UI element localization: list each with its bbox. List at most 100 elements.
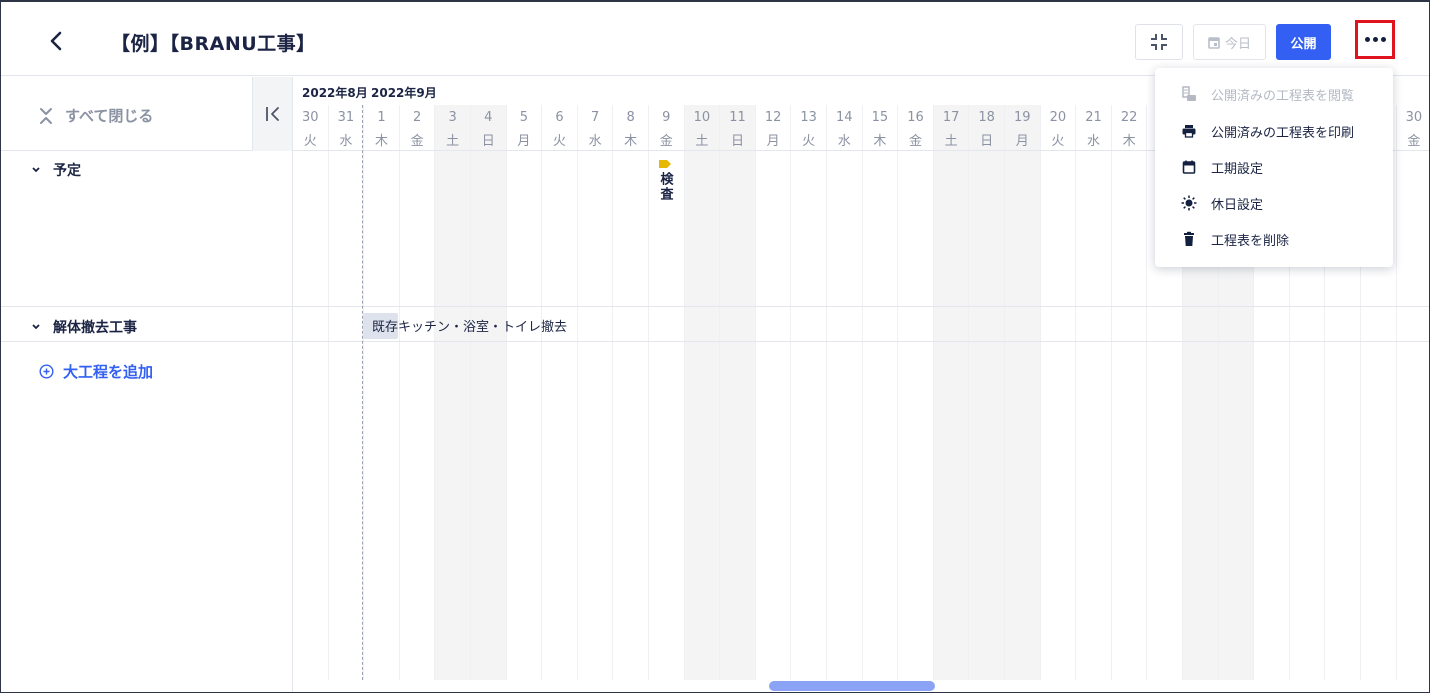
chevron-left-icon: [50, 31, 62, 51]
day-column: 8木: [613, 105, 649, 692]
day-weekday: 日: [481, 134, 495, 149]
collapse-all-label: すべて閉じる: [65, 107, 154, 125]
plus-circle-icon: [39, 364, 54, 379]
collapse-all-button[interactable]: すべて閉じる: [39, 105, 153, 126]
day-weekday: 土: [695, 134, 709, 149]
day-weekday: 土: [446, 134, 460, 149]
ellipsis-dot: [1372, 37, 1378, 42]
day-number: 13: [800, 110, 817, 125]
calendar-icon: [1181, 159, 1197, 175]
day-column: 21 水: [1076, 105, 1112, 692]
day-number: 8: [626, 110, 635, 125]
group-toggle-schedule[interactable]: 予定: [31, 160, 81, 180]
collapse-arrows-icon: [1151, 34, 1167, 50]
day-column: 31 水: [329, 105, 365, 692]
day-weekday: 日: [730, 134, 744, 149]
menu-item-view-published[interactable]: 公開済みの工程表を閲覧: [1155, 76, 1393, 112]
day-weekday: 金: [659, 134, 673, 149]
left-panel: すべて閉じる 予定 解体撤去工事 大工程を追加: [1, 77, 293, 692]
menu-item-label: 工程表を削除: [1211, 233, 1290, 249]
ellipsis-dot: [1364, 37, 1370, 42]
day-weekday: 水: [1086, 134, 1100, 149]
today-marker: [362, 105, 363, 692]
day-column: 15 木: [863, 105, 899, 692]
day-number: 10: [693, 110, 711, 125]
menu-item-print-published[interactable]: 公開済みの工程表を印刷: [1155, 113, 1393, 149]
menu-item-label: 工期設定: [1211, 161, 1264, 177]
day-column: 5月: [507, 105, 543, 692]
day-column: 14 水: [827, 105, 863, 692]
day-weekday: 月: [766, 134, 780, 149]
milestone-flag-icon: [659, 160, 671, 168]
day-column: 6火: [542, 105, 578, 692]
today-label: 今日: [1224, 36, 1251, 52]
day-weekday: 木: [1122, 134, 1136, 149]
day-column: 20 火: [1041, 105, 1077, 692]
day-weekday: 火: [802, 134, 816, 149]
menu-item-period-settings[interactable]: 工期設定: [1155, 149, 1393, 185]
collapse-panel-button[interactable]: [252, 77, 292, 151]
calendar-icon: [1208, 36, 1220, 49]
menu-item-delete-schedule[interactable]: 工程表を削除: [1155, 221, 1393, 257]
more-options-menu: 公開済みの工程表を閲覧 公開済みの工程表を印刷 工期設定 休日設定 工程表を削除: [1155, 68, 1393, 267]
day-column: 17 土: [933, 105, 970, 692]
day-column: 4日: [471, 105, 507, 692]
publish-button[interactable]: 公開: [1276, 24, 1331, 60]
day-column: 11 日: [720, 105, 756, 692]
day-column: 12 月: [756, 105, 792, 692]
add-process-label: 大工程を追加: [63, 363, 154, 381]
day-weekday: 木: [873, 134, 887, 149]
day-column: 16 金: [898, 105, 934, 692]
day-column: 7水: [578, 105, 614, 692]
month-label: 2022年8月: [302, 86, 368, 100]
day-weekday: 木: [374, 134, 388, 149]
printer-icon: [1181, 123, 1197, 139]
milestone-inspection[interactable]: 検査: [656, 160, 674, 202]
task-label[interactable]: 既存キッチン・浴室・トイレ撤去: [372, 316, 567, 335]
page-title: 【例】【BRANU工事】: [111, 33, 316, 55]
day-number: 12: [764, 110, 782, 125]
day-column: 30 金: [1397, 105, 1429, 692]
day-number: 20: [1049, 110, 1067, 125]
horizontal-scrollbar[interactable]: [769, 681, 935, 691]
day-number: 14: [836, 110, 853, 125]
day-column: 22 木: [1112, 105, 1148, 692]
day-number: 21: [1085, 110, 1102, 125]
day-weekday: 金: [908, 134, 922, 149]
add-process-button[interactable]: 大工程を追加: [39, 361, 153, 382]
day-number: 4: [484, 110, 493, 125]
day-weekday: 水: [339, 134, 353, 149]
day-number: 15: [871, 110, 889, 125]
day-weekday: 水: [588, 134, 602, 149]
day-number: 22: [1120, 110, 1138, 125]
more-options-button[interactable]: [1355, 20, 1395, 59]
day-number: 7: [590, 110, 600, 125]
day-weekday: 土: [944, 134, 958, 149]
today-button[interactable]: 今日: [1193, 24, 1266, 60]
sun-icon: [1181, 195, 1197, 211]
day-number: 1: [377, 110, 386, 125]
menu-item-holiday-settings[interactable]: 休日設定: [1155, 185, 1393, 221]
group-label: 解体撤去工事: [53, 320, 137, 336]
menu-item-label: 公開済みの工程表を閲覧: [1211, 88, 1355, 104]
row-divider: [293, 306, 1429, 307]
day-column: 30 火: [293, 105, 329, 692]
day-number: 2: [412, 110, 422, 125]
day-number: 30: [1405, 110, 1423, 125]
day-weekday: 月: [517, 134, 531, 149]
document-view-icon: [1181, 86, 1197, 102]
day-number: 17: [942, 110, 960, 125]
chevron-down-icon: [32, 324, 40, 330]
day-number: 31: [337, 110, 355, 125]
shrink-view-button[interactable]: [1135, 24, 1183, 60]
back-button[interactable]: [41, 26, 71, 56]
group-toggle-demolition[interactable]: 解体撤去工事: [31, 317, 137, 337]
day-weekday: 水: [837, 134, 851, 149]
menu-item-label: 公開済みの工程表を印刷: [1211, 125, 1355, 141]
day-column: 10 土: [684, 105, 721, 692]
row-divider: [293, 341, 1429, 342]
day-number: 5: [519, 110, 529, 125]
day-column: 1木: [364, 105, 400, 692]
day-number: 9: [662, 110, 671, 125]
group-row-schedule: 予定: [1, 151, 292, 307]
